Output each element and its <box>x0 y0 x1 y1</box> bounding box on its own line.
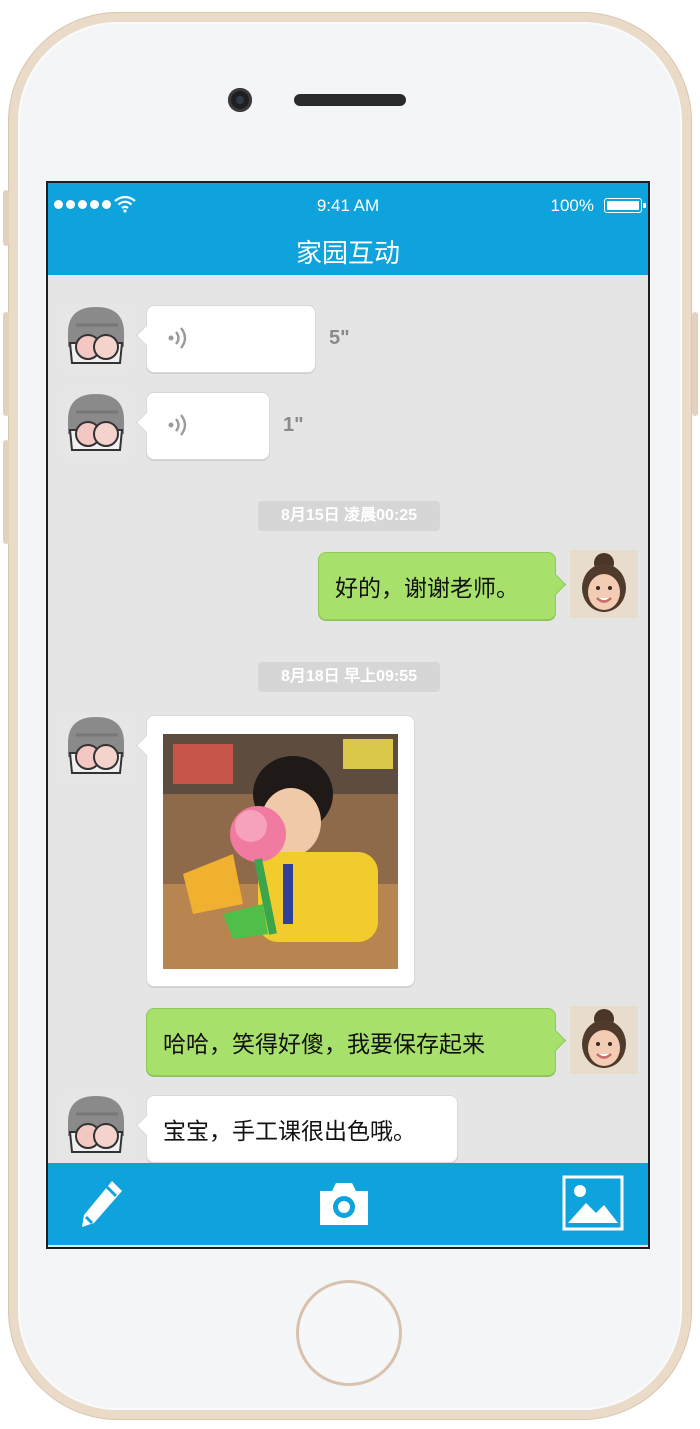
teacher-avatar-icon <box>62 303 130 371</box>
voice-duration: 1" <box>283 414 304 436</box>
sent-message[interactable]: 好的，谢谢老师。 <box>318 552 556 620</box>
parent-avatar[interactable] <box>570 1006 638 1074</box>
bottom-toolbar <box>48 1163 648 1245</box>
received-message[interactable]: 宝宝，手工课很出色哦。 <box>146 1095 458 1163</box>
teacher-avatar[interactable] <box>62 303 130 371</box>
message-timestamp: 8月18日 早上09:55 <box>258 662 440 692</box>
volume-up-button <box>3 312 9 416</box>
screen: 9:41 AM 100% 家园互动 5" 1" 8月15日 凌晨00:25 好的… <box>46 181 650 1249</box>
page-title: 家园互动 <box>295 239 400 269</box>
teacher-avatar[interactable] <box>62 713 130 781</box>
sent-message[interactable]: 哈哈，笑得好傻，我要保存起来 <box>146 1008 556 1076</box>
voice-message[interactable] <box>146 392 270 460</box>
message-timestamp: 8月15日 凌晨00:25 <box>258 501 440 531</box>
home-button[interactable] <box>296 1280 402 1386</box>
voice-duration: 5" <box>329 327 350 349</box>
teacher-avatar[interactable] <box>62 390 130 458</box>
battery-percentage: 100% <box>550 196 594 215</box>
parent-avatar[interactable] <box>570 550 638 618</box>
mute-switch <box>3 190 9 246</box>
message-text: 宝宝，手工课很出色哦。 <box>163 1119 416 1145</box>
voice-message[interactable] <box>146 305 316 373</box>
child-craft-photo[interactable] <box>163 734 398 969</box>
teacher-avatar[interactable] <box>62 1092 130 1160</box>
camera-icon[interactable] <box>316 1179 372 1229</box>
child-photo-avatar <box>570 550 638 618</box>
voice-wave-icon <box>168 327 187 349</box>
front-camera <box>228 88 252 112</box>
message-text: 好的，谢谢老师。 <box>335 576 519 602</box>
teacher-avatar-icon <box>62 390 130 458</box>
image-message[interactable] <box>146 715 415 987</box>
message-text: 哈哈，笑得好傻，我要保存起来 <box>163 1032 485 1058</box>
pencil-icon[interactable] <box>78 1177 126 1233</box>
teacher-avatar-icon <box>62 713 130 781</box>
teacher-avatar-icon <box>62 1092 130 1160</box>
power-button <box>692 312 698 416</box>
title-bar: 家园互动 <box>48 229 648 275</box>
earpiece-speaker <box>294 94 406 106</box>
child-photo-avatar <box>570 1006 638 1074</box>
picture-icon[interactable] <box>562 1175 624 1231</box>
voice-wave-icon <box>168 414 187 436</box>
battery-icon <box>604 198 646 213</box>
status-bar: 9:41 AM 100% <box>48 183 648 229</box>
photo-image <box>163 734 398 969</box>
volume-down-button <box>3 440 9 544</box>
